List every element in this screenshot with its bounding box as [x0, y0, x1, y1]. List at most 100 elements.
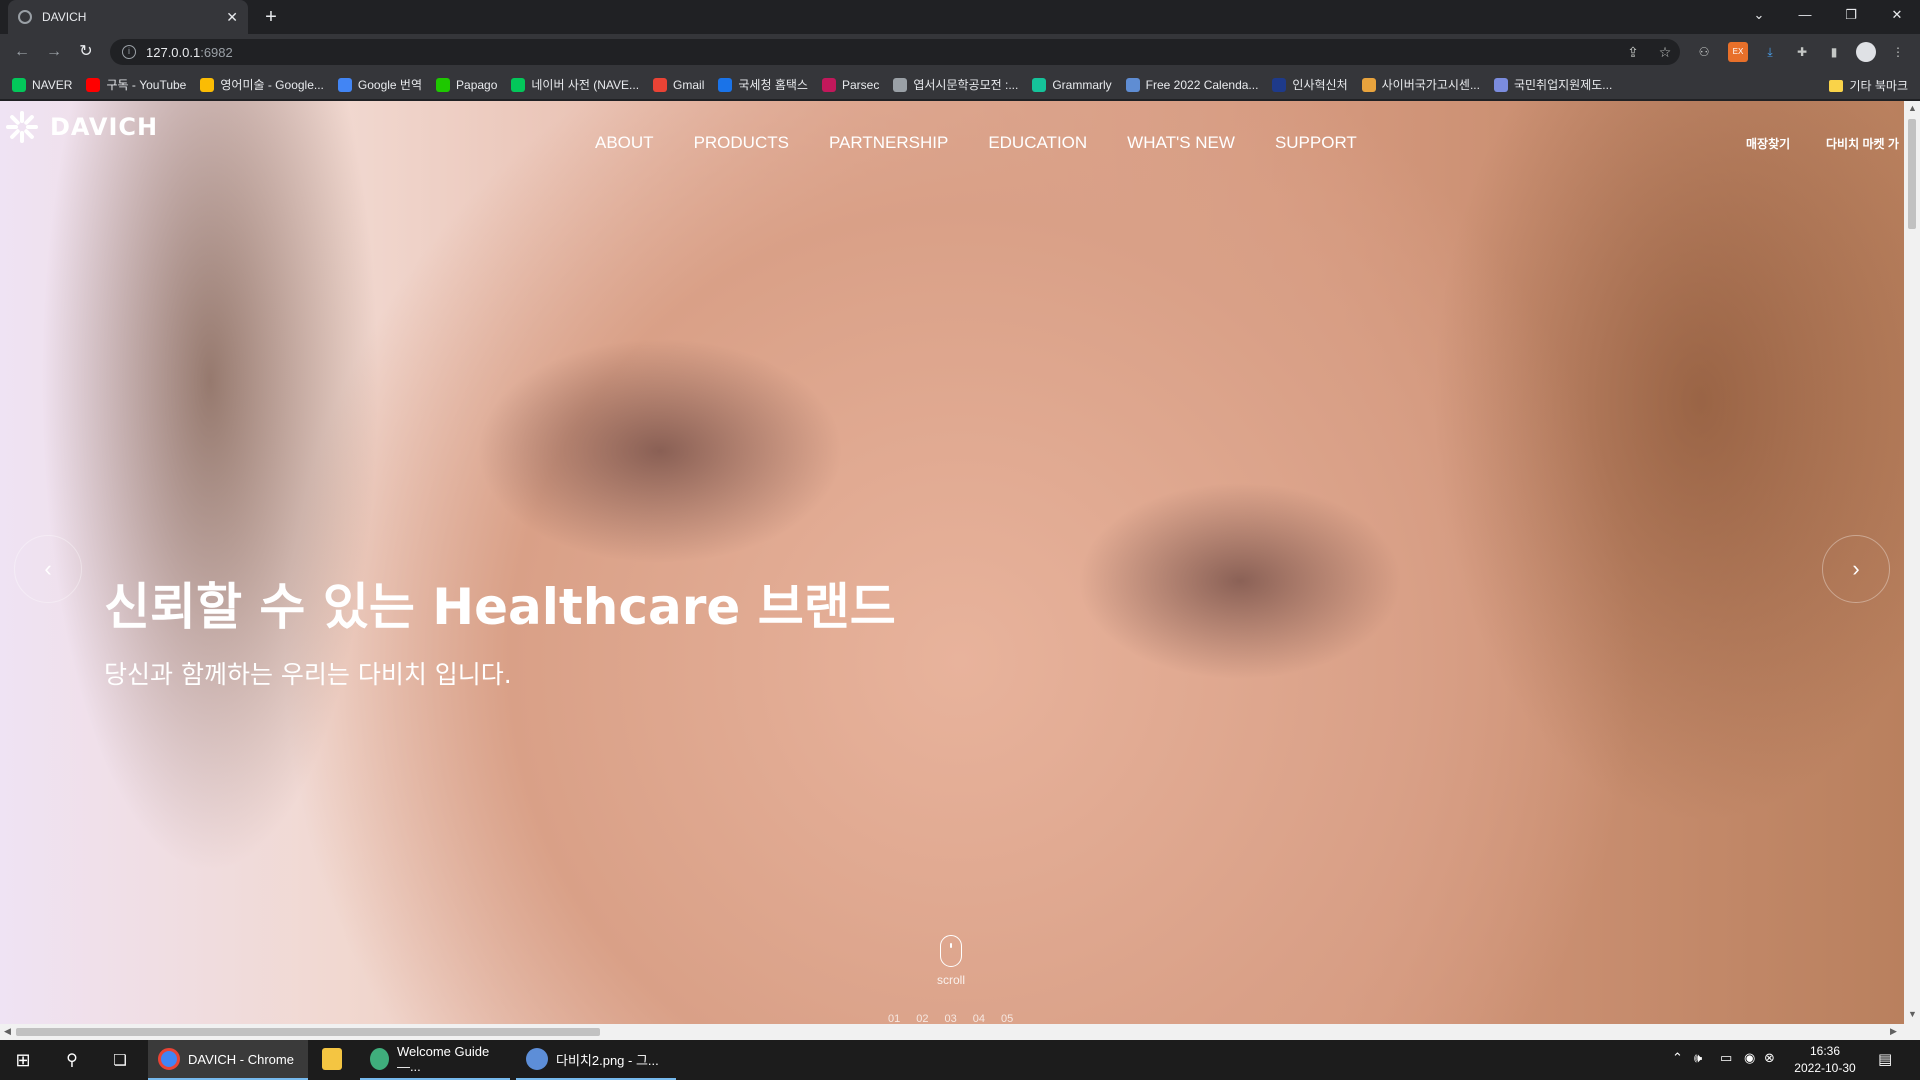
sun-logo-icon [4, 109, 40, 145]
bookmark-mpm[interactable]: 인사혁신처 [1272, 76, 1348, 93]
davich-logo[interactable]: DAVICH [4, 109, 158, 145]
store-finder-link[interactable]: 매장찾기 [1746, 135, 1790, 152]
bookmarks-bar: NAVER 구독 - YouTube 영어미술 - Google... Goog… [0, 70, 1920, 100]
notification-icon[interactable]: ▤ [1878, 1050, 1892, 1068]
bookmark-employment[interactable]: 국민취업지원제도... [1493, 76, 1612, 93]
bookmark-parsec[interactable]: Parsec [821, 77, 879, 92]
bookmark-naver-dictionary[interactable]: 네이버 사전 (NAVE... [511, 76, 639, 93]
grammarly-icon [1032, 77, 1047, 92]
network-icon[interactable]: ▭ [1720, 1050, 1732, 1066]
vertical-scrollbar[interactable]: ▲ ▼ [1904, 101, 1920, 1024]
extensions-puzzle-icon[interactable]: ✚ [1792, 42, 1812, 62]
bookmark-gmail[interactable]: Gmail [653, 77, 704, 92]
site-info-icon[interactable]: i [122, 45, 136, 59]
reload-icon[interactable]: ↻ [74, 40, 98, 64]
scroll-up-icon[interactable]: ▲ [1908, 103, 1917, 113]
scroll-right-icon[interactable]: ▶ [1890, 1026, 1897, 1037]
nav-partnership[interactable]: PARTNERSHIP [829, 133, 948, 153]
bookmark-google-translate[interactable]: Google 번역 [337, 76, 422, 93]
scroll-down-icon[interactable]: ▼ [1908, 1009, 1917, 1019]
calendar-icon [1125, 77, 1140, 92]
nav-education[interactable]: EDUCATION [988, 133, 1087, 153]
nav-support[interactable]: SUPPORT [1275, 133, 1357, 153]
download-icon[interactable]: ⤓ [1760, 42, 1780, 62]
logo-wordmark: DAVICH [50, 113, 159, 141]
scroll-indicator[interactable]: scroll [934, 935, 968, 987]
bookmark-calendar[interactable]: Free 2022 Calenda... [1125, 77, 1258, 92]
file-explorer-icon [322, 1048, 342, 1070]
browser-tab-davich[interactable]: DAVICH ✕ [8, 0, 248, 34]
government-icon [1272, 77, 1287, 92]
pager-item[interactable]: 04 [973, 1013, 985, 1024]
address-bar[interactable]: i 127.0.0.1:6982 [110, 39, 1680, 65]
nav-whats-new[interactable]: WHAT'S NEW [1127, 133, 1235, 153]
bookmark-papago[interactable]: Papago [436, 77, 497, 92]
bookmark-contest[interactable]: 엽서시문학공모전 :... [893, 76, 1018, 93]
chrome-menu-icon[interactable]: ⋮ [1888, 42, 1908, 62]
tab-close-icon[interactable]: ✕ [226, 9, 238, 26]
extension-orange-icon[interactable]: EX [1728, 42, 1748, 62]
next-slide-button[interactable]: › [1822, 535, 1890, 603]
prev-slide-button[interactable]: ‹ [14, 535, 82, 603]
bookmark-hometax[interactable]: 국세청 홈택스 [718, 76, 808, 93]
horizontal-scrollbar[interactable]: ◀ ▶ [0, 1024, 1920, 1040]
windows-start-icon[interactable]: ⊞ [0, 1040, 46, 1080]
nav-about[interactable]: ABOUT [595, 133, 654, 153]
mouse-icon [940, 935, 962, 967]
naver-dictionary-icon [511, 77, 526, 92]
search-icon[interactable]: ⚲ [50, 1040, 94, 1080]
nav-products[interactable]: PRODUCTS [694, 133, 789, 153]
davich-market-link[interactable]: 다비치 마켓 가 [1826, 135, 1899, 152]
task-view-icon[interactable]: ❏ [98, 1040, 142, 1080]
bookmark-naver[interactable]: NAVER [12, 77, 72, 92]
security-icon[interactable]: ◉ [1744, 1050, 1755, 1066]
minimize-button[interactable]: — [1782, 0, 1828, 30]
paint-icon [526, 1048, 548, 1070]
pager-item[interactable]: 05 [1001, 1013, 1013, 1024]
atom-icon [370, 1048, 389, 1070]
pager-item[interactable]: 02 [916, 1013, 928, 1024]
windows-taskbar: ⊞ ⚲ ❏ DAVICH - Chrome Welcome Guide —...… [0, 1040, 1920, 1080]
globe-icon [18, 10, 32, 24]
tab-title: DAVICH [42, 10, 87, 24]
forward-icon[interactable]: → [42, 40, 66, 64]
taskbar-app-paint[interactable]: 다비치2.png - 그... [516, 1040, 676, 1080]
vertical-scroll-thumb[interactable] [1908, 119, 1916, 229]
clock-date: 2022-10-30 [1794, 1061, 1856, 1075]
bookmark-star-icon[interactable]: ☆ [1655, 42, 1675, 62]
horizontal-scroll-thumb[interactable] [16, 1028, 600, 1036]
bookmark-gosi[interactable]: 사이버국가고시센... [1361, 76, 1480, 93]
profile-avatar[interactable] [1856, 42, 1876, 62]
bookmark-google-drive[interactable]: 영어미술 - Google... [200, 76, 324, 93]
back-icon[interactable]: ← [10, 40, 34, 64]
parsec-icon [821, 77, 836, 92]
pager-item[interactable]: 03 [945, 1013, 957, 1024]
exam-center-icon [1361, 77, 1376, 92]
share-icon[interactable]: ⇪ [1623, 42, 1643, 62]
clock-time: 16:36 [1809, 1044, 1841, 1058]
volume-icon[interactable]: 🕪 [1694, 1050, 1702, 1066]
scroll-label: scroll [936, 973, 965, 987]
hero-title: 신뢰할 수 있는 Healthcare 브랜드 [104, 578, 896, 636]
extension-person-icon[interactable]: ⚇ [1694, 42, 1714, 62]
taskbar-app-explorer[interactable] [312, 1040, 360, 1080]
taskbar-app-chrome[interactable]: DAVICH - Chrome [148, 1040, 308, 1080]
close-window-button[interactable]: ✕ [1874, 0, 1920, 30]
update-icon[interactable]: ⊗ [1764, 1050, 1775, 1066]
url-port: :6982 [200, 44, 233, 60]
bookmark-youtube[interactable]: 구독 - YouTube [86, 76, 186, 93]
side-panel-icon[interactable]: ▮ [1824, 42, 1844, 62]
other-bookmarks[interactable]: 기타 북마크 [1829, 77, 1908, 94]
taskbar-app-atom[interactable]: Welcome Guide —... [360, 1040, 510, 1080]
gmail-icon [653, 77, 668, 92]
scroll-left-icon[interactable]: ◀ [4, 1026, 11, 1037]
pager-item[interactable]: 01 [888, 1013, 900, 1024]
tab-search-icon[interactable]: ⌄ [1736, 0, 1782, 30]
bookmark-grammarly[interactable]: Grammarly [1032, 77, 1112, 92]
new-tab-button[interactable]: + [258, 4, 284, 30]
chrome-icon [158, 1048, 180, 1070]
system-clock[interactable]: 16:36 2022-10-30 [1780, 1043, 1870, 1077]
google-drive-icon [200, 77, 215, 92]
restore-button[interactable]: ❐ [1828, 0, 1874, 30]
tray-chevron-icon[interactable]: ⌃ [1672, 1050, 1683, 1066]
